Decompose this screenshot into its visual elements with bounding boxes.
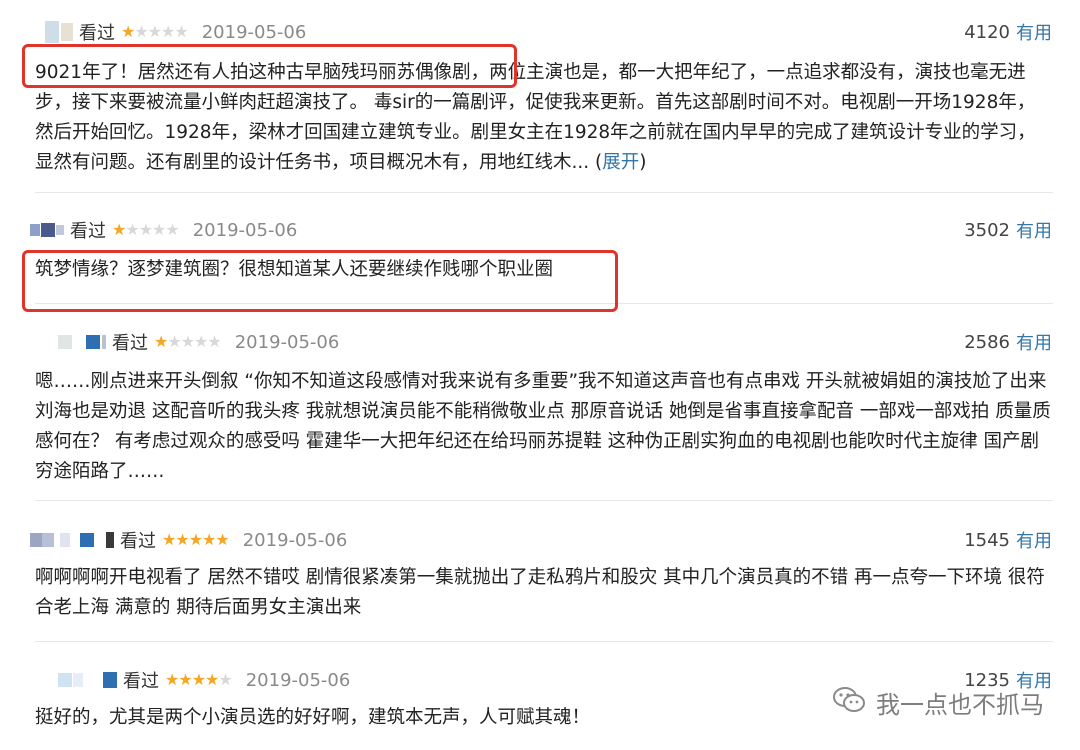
star-empty-icon: ★ [134, 22, 148, 41]
star-filled-icon: ★ [178, 670, 192, 689]
star-empty-icon: ★ [167, 332, 181, 351]
star-empty-icon: ★ [147, 22, 162, 41]
votes: 4120 有用 [964, 17, 1052, 47]
divider [35, 500, 1053, 501]
review-meta: 看过 ★★★★★ 2019-05-06 [58, 665, 350, 695]
star-empty-icon: ★ [207, 332, 221, 351]
star-empty-icon: ★ [194, 332, 208, 351]
expand-link[interactable]: 展开 [602, 152, 639, 173]
highlight-box [22, 44, 517, 88]
star-empty-icon: ★ [165, 220, 179, 239]
watermark: 我一点也不抓马 [832, 685, 1044, 720]
star-empty-icon: ★ [218, 670, 232, 689]
useful-button[interactable]: 有用 [1016, 527, 1052, 553]
vote-count: 1545 [964, 529, 1010, 551]
highlight-box [22, 250, 618, 312]
votes: 2586 有用 [964, 327, 1052, 357]
status-label: 看过 [120, 531, 156, 552]
star-empty-icon: ★ [125, 220, 139, 239]
useful-button[interactable]: 有用 [1016, 217, 1052, 243]
review-date: 2019-05-06 [201, 21, 307, 43]
star-empty-icon: ★ [138, 220, 153, 239]
star-filled-icon: ★ [202, 530, 216, 549]
divider [35, 641, 1053, 642]
review-date: 2019-05-06 [192, 219, 298, 241]
review-meta: 看过 ★★★★★ 2019-05-06 [30, 525, 347, 555]
review-meta: 看过 ★★★★★ 2019-05-06 [45, 17, 306, 47]
rating-stars: ★★★★★ [162, 530, 230, 549]
divider [35, 192, 1053, 193]
status-label: 看过 [79, 23, 115, 44]
star-empty-icon: ★ [180, 332, 195, 351]
star-filled-icon: ★ [112, 220, 126, 239]
star-empty-icon: ★ [174, 22, 188, 41]
expand-paren: ) [639, 152, 647, 173]
status-label: 看过 [70, 221, 106, 242]
review-date: 2019-05-06 [245, 669, 351, 691]
rating-stars: ★★★★★ [165, 670, 233, 689]
useful-button[interactable]: 有用 [1016, 329, 1052, 355]
vote-count: 2586 [964, 331, 1010, 353]
rating-stars: ★★★★★ [154, 332, 222, 351]
vote-count: 4120 [964, 21, 1010, 43]
avatar[interactable] [45, 21, 73, 43]
star-filled-icon: ★ [215, 530, 229, 549]
star-filled-icon: ★ [191, 670, 206, 689]
rating-stars: ★★★★★ [121, 22, 189, 41]
star-filled-icon: ★ [121, 22, 135, 41]
review-date: 2019-05-06 [242, 529, 348, 551]
votes: 1545 有用 [964, 525, 1052, 555]
watermark-text: 我一点也不抓马 [876, 691, 1044, 719]
star-filled-icon: ★ [154, 332, 168, 351]
vote-count: 3502 [964, 219, 1010, 241]
status-label: 看过 [123, 671, 159, 692]
review-meta: 看过 ★★★★★ 2019-05-06 [30, 215, 297, 245]
star-filled-icon: ★ [188, 530, 203, 549]
star-filled-icon: ★ [162, 530, 176, 549]
votes: 3502 有用 [964, 215, 1052, 245]
avatar[interactable] [30, 223, 64, 237]
star-filled-icon: ★ [205, 670, 219, 689]
star-filled-icon: ★ [175, 530, 189, 549]
star-empty-icon: ★ [161, 22, 175, 41]
status-label: 看过 [112, 333, 148, 354]
review-text: 啊啊啊啊开电视看了 居然不错哎 剧情很紧凑第一集就抛出了走私鸦片和股灾 其中几个… [35, 567, 1045, 618]
rating-stars: ★★★★★ [112, 220, 180, 239]
useful-button[interactable]: 有用 [1016, 19, 1052, 45]
star-filled-icon: ★ [165, 670, 179, 689]
review-text: 嗯……刚点进来开头倒叙 “你知不知道这段感情对我来说有多重要”我不知道这声音也有… [35, 371, 1051, 482]
review-meta: 看过 ★★★★★ 2019-05-06 [58, 327, 339, 357]
star-empty-icon: ★ [152, 220, 166, 239]
avatar[interactable] [30, 532, 114, 548]
avatar[interactable] [58, 335, 106, 349]
review-date: 2019-05-06 [234, 331, 340, 353]
avatar[interactable] [58, 672, 117, 688]
wechat-icon [832, 686, 866, 720]
